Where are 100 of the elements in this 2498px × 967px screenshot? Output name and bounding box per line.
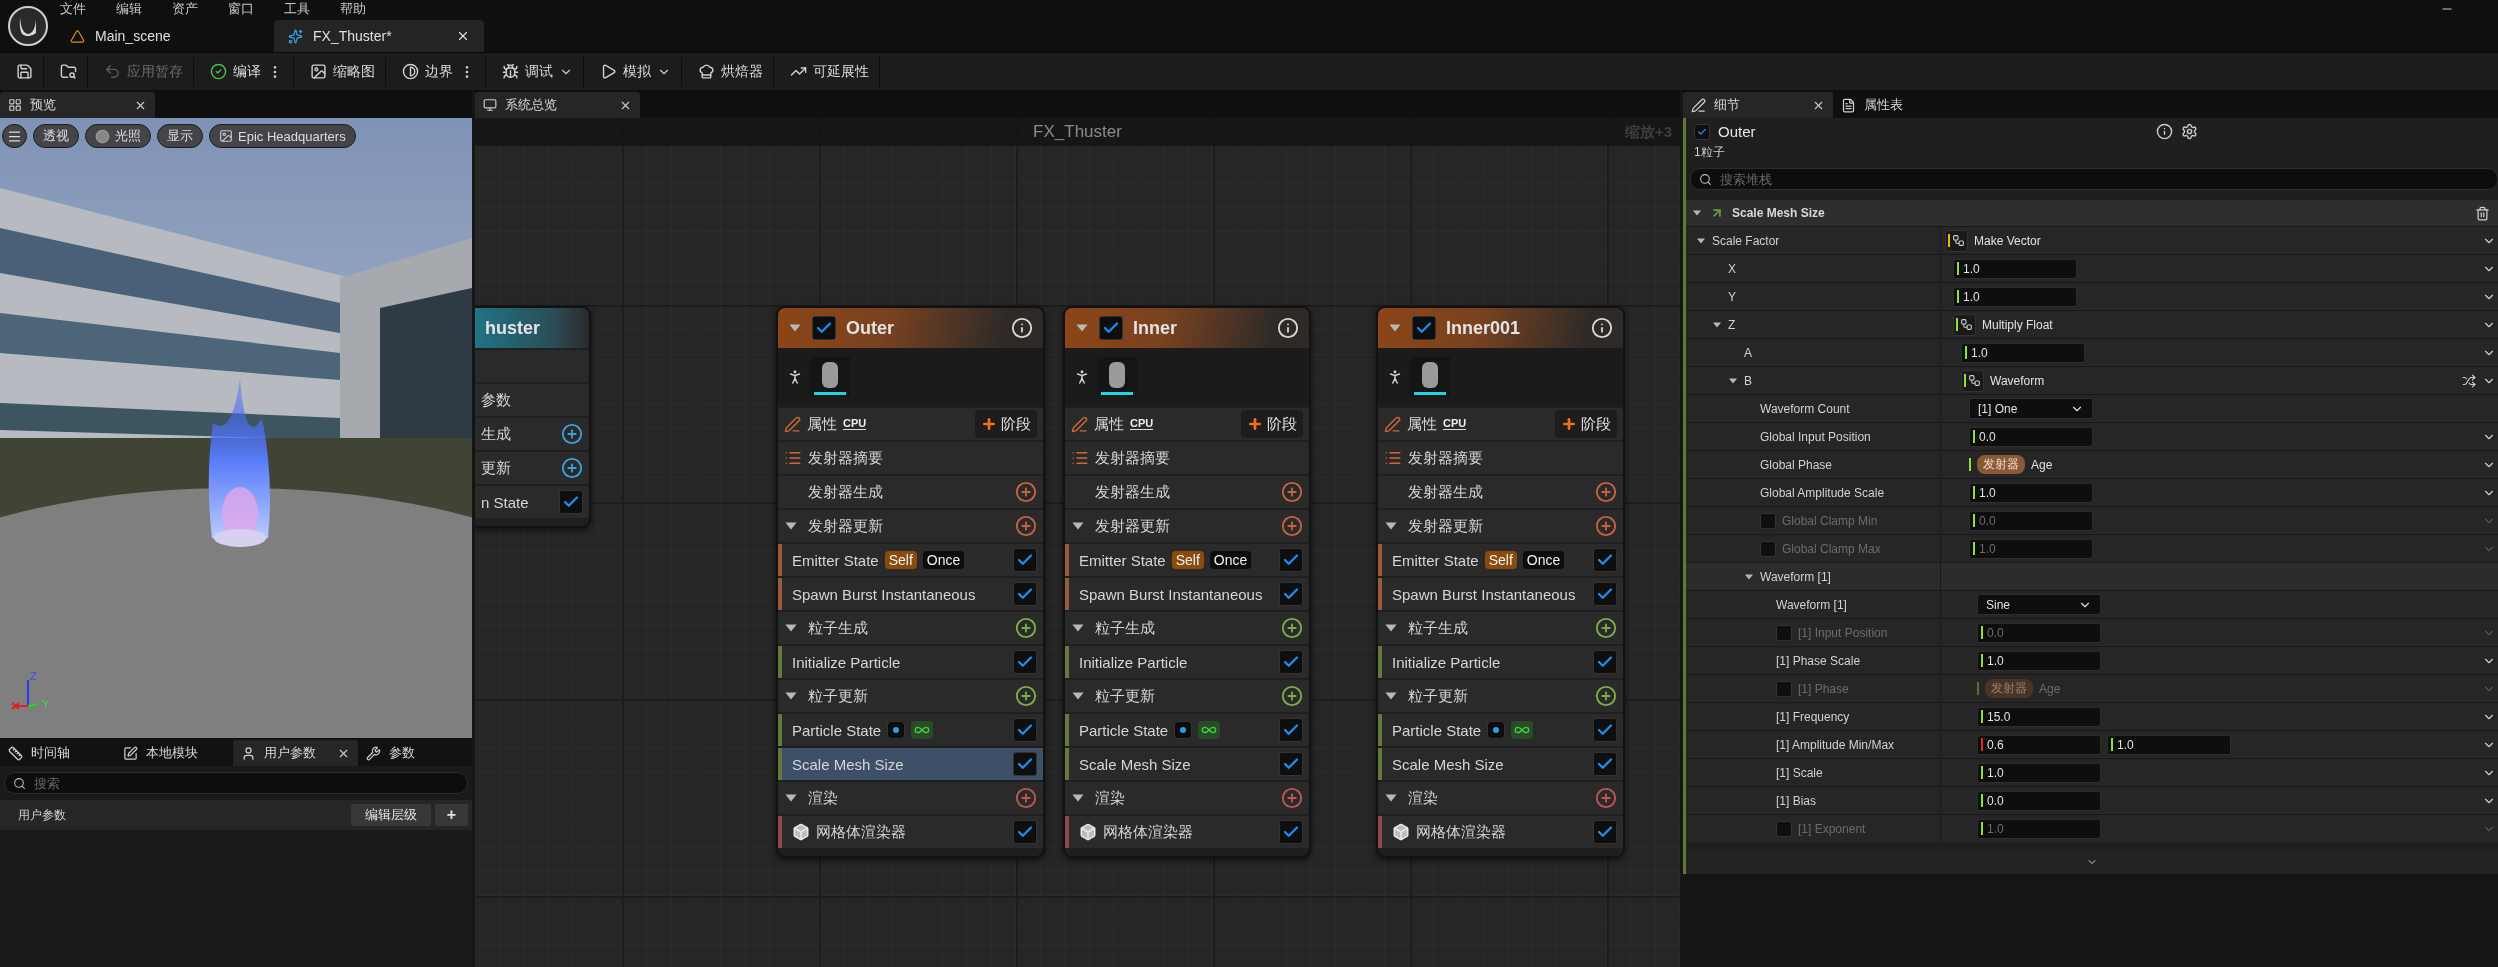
module-row[interactable]: 网格体渲染器 [1378,816,1623,848]
number-field[interactable]: 1.0 [1977,818,2101,839]
module-row[interactable]: Particle State [1378,714,1623,746]
panel-tab[interactable]: 时间轴 [0,740,115,766]
checkbox[interactable] [559,490,583,514]
search-field[interactable]: 搜索堆栈 [1718,170,2489,188]
add-icon[interactable] [561,423,583,445]
info-icon[interactable] [1011,317,1033,339]
dropdown[interactable]: [1] One [1969,398,2093,419]
module-row[interactable]: 网格体渲染器 [1065,816,1309,848]
add-button[interactable]: + [434,804,468,826]
number-field[interactable]: 0.0 [1969,426,2093,447]
viewport-button[interactable]: 光照 [85,124,151,148]
dynamic-input-icon[interactable] [1945,229,1968,252]
number-field[interactable]: 0.6 [1977,734,2101,755]
checkbox[interactable] [1776,680,1792,697]
module-row[interactable]: Emitter State Self Once [778,544,1043,576]
module-row[interactable]: Spawn Burst Instantaneous [1065,578,1309,610]
search-field[interactable]: 搜索堆栈 [1690,168,2498,190]
number-field[interactable]: 0.0 [1977,790,2101,811]
checkbox[interactable] [1593,718,1617,742]
number-field[interactable]: 1.0 [1977,762,2101,783]
document-tab[interactable]: FX_Thuster* [274,20,484,52]
checkbox[interactable] [1013,752,1037,776]
add-icon[interactable] [1281,685,1303,707]
panel-tab[interactable]: 用户参数 [233,740,358,766]
collapse-arrow-icon[interactable] [1692,208,1702,218]
menu-item[interactable]: 窗口 [228,0,254,18]
checkbox[interactable] [1593,752,1617,776]
info-icon[interactable] [1277,317,1299,339]
module-row[interactable]: Emitter State Self Once [1378,544,1623,576]
module-row[interactable]: Particle State [1065,714,1309,746]
checkbox[interactable] [1013,582,1037,606]
number-field[interactable]: 1.0 [1953,286,2077,307]
menu-item[interactable]: 资产 [172,0,198,18]
dropdown[interactable]: Sine [1977,594,2101,615]
add-icon[interactable] [1595,787,1617,809]
add-icon[interactable] [1281,617,1303,639]
shuffle-icon[interactable] [2462,373,2476,388]
add-icon[interactable] [1015,617,1037,639]
checkbox[interactable] [1279,752,1303,776]
checkbox[interactable] [1013,548,1037,572]
add-icon[interactable] [1015,787,1037,809]
number-field[interactable]: 0.0 [1977,622,2101,643]
add-icon[interactable] [1281,787,1303,809]
panel-tab[interactable]: 属性表 [1833,92,1983,118]
dynamic-input-icon[interactable] [1961,369,1984,392]
module-row[interactable]: Particle State [778,714,1043,746]
add-icon[interactable] [561,457,583,479]
number-field[interactable]: 1.0 [2107,734,2231,755]
module-row[interactable]: Scale Mesh Size [1378,748,1623,780]
add-icon[interactable] [1015,685,1037,707]
add-stage-button[interactable]: 阶段 [1241,410,1303,438]
checkbox[interactable] [1279,582,1303,606]
checkbox[interactable] [1760,512,1776,529]
panel-tab[interactable]: 细节 [1683,92,1833,118]
checkbox[interactable] [1279,548,1303,572]
info-icon[interactable] [1591,317,1613,339]
checkbox[interactable] [1694,123,1710,140]
search-field[interactable]: 搜索 [4,772,468,794]
number-field[interactable]: 0.0 [1969,510,2093,531]
close-icon[interactable] [456,29,470,43]
module-row[interactable]: Emitter State Self Once [1065,544,1309,576]
module-row[interactable]: Spawn Burst Instantaneous [1378,578,1623,610]
checkbox[interactable] [1776,820,1792,837]
toolbar-button[interactable]: 可延展性 [780,56,880,87]
add-icon[interactable] [1015,481,1037,503]
toolbar-button[interactable]: 调试 [492,56,584,87]
viewport-button[interactable]: 透视 [33,124,79,148]
checkbox[interactable] [812,316,836,340]
menu-item[interactable]: 帮助 [340,0,366,18]
menu-item[interactable]: 编辑 [116,0,142,18]
number-field[interactable]: 1.0 [1953,258,2077,279]
add-stage-button[interactable]: 阶段 [1555,410,1617,438]
number-field[interactable]: 1.0 [1969,482,2093,503]
toolbar-button[interactable]: 烘焙器 [688,56,774,87]
add-icon[interactable] [1595,481,1617,503]
module-row[interactable]: Spawn Burst Instantaneous [778,578,1043,610]
checkbox[interactable] [1593,548,1617,572]
toolbar-button[interactable]: 缩略图 [300,56,386,87]
dynamic-input-icon[interactable] [1953,313,1976,336]
number-field[interactable]: 1.0 [1969,538,2093,559]
add-icon[interactable] [1595,617,1617,639]
document-tab[interactable]: Main_scene [56,20,266,52]
viewport-button[interactable]: 显示 [157,124,203,148]
toolbar-button[interactable]: 编译 [200,56,294,87]
module-row[interactable]: Initialize Particle [1378,646,1623,678]
add-icon[interactable] [1281,515,1303,537]
checkbox[interactable] [1593,582,1617,606]
checkbox[interactable] [1099,316,1123,340]
panel-tab[interactable]: 预览 [0,92,155,118]
toolbar-button[interactable]: 模拟 [590,56,682,87]
checkbox[interactable] [1279,650,1303,674]
number-field[interactable]: 1.0 [1977,650,2101,671]
module-row[interactable]: Scale Mesh Size [778,748,1043,780]
menu-item[interactable]: 文件 [60,0,86,18]
trash-icon[interactable] [2475,205,2490,221]
add-stage-button[interactable]: 阶段 [975,410,1037,438]
module-row[interactable]: Scale Mesh Size [1065,748,1309,780]
checkbox[interactable] [1776,624,1792,641]
